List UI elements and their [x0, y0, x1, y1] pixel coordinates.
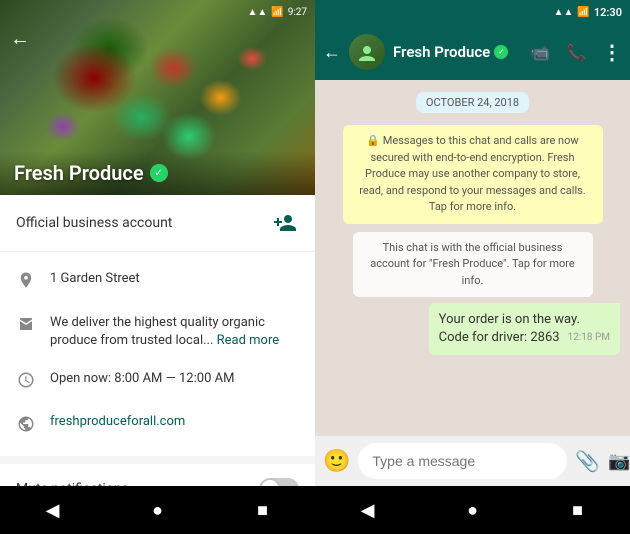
message-input-field[interactable] — [358, 443, 567, 479]
chat-name-row: Fresh Produce ✓ — [393, 43, 522, 61]
location-icon — [16, 271, 36, 294]
nav-back-button-left[interactable]: ◀ — [13, 500, 93, 521]
more-options-button[interactable]: ⋮ — [602, 40, 622, 64]
hours-text: Open now: 8:00 AM — 12:00 AM — [50, 370, 234, 388]
right-nav-bar: ◀ ● ■ — [315, 486, 630, 534]
chat-name: Fresh Produce — [393, 43, 490, 61]
video-call-button[interactable]: 📹 — [530, 43, 550, 62]
description-row: We deliver the highest quality organic p… — [0, 304, 315, 360]
address-row: 1 Garden Street — [0, 260, 315, 304]
description-text: We deliver the highest quality organic p… — [50, 314, 299, 350]
verified-badge-right: ✓ — [494, 45, 508, 59]
profile-name-row: Fresh Produce ✓ — [14, 161, 301, 185]
chat-actions: 📹 📞 ⋮ — [530, 40, 622, 64]
globe-icon — [16, 415, 36, 438]
system-message-2[interactable]: This chat is with the official business … — [353, 232, 593, 298]
system-message-1[interactable]: 🔒 Messages to this chat and calls are no… — [343, 125, 603, 224]
bubble-line2: Code for driver: 2863 — [439, 330, 560, 345]
clock-icon — [16, 371, 36, 394]
info-section: 1 Garden Street We deliver the highest q… — [0, 252, 315, 456]
left-panel: ▲▲ 📶 9:27 ← Fresh Produce ✓ Official bus… — [0, 0, 315, 534]
profile-name: Fresh Produce — [14, 161, 144, 185]
website-link[interactable]: freshproduceforall.com — [50, 414, 185, 429]
verified-badge-left: ✓ — [150, 164, 168, 182]
profile-cover-image: ▲▲ 📶 9:27 ← Fresh Produce ✓ — [0, 0, 315, 195]
message-input-area: 🙂 📎 📷 — [315, 436, 630, 486]
right-time: 12:30 — [594, 6, 622, 19]
read-more-link[interactable]: Read more — [217, 333, 280, 348]
official-account-label: Official business account — [16, 215, 172, 231]
right-panel: ▲▲ 📶 12:30 ← Fresh Produce ✓ 📹 📞 ⋮ — [315, 0, 630, 534]
nav-home-button-right[interactable]: ● — [433, 500, 513, 521]
address-text: 1 Garden Street — [50, 270, 140, 288]
attachment-button[interactable]: 📎 — [575, 449, 600, 473]
left-nav-bar: ◀ ● ■ — [0, 486, 315, 534]
add-contact-button[interactable] — [271, 209, 299, 237]
chat-avatar[interactable] — [349, 34, 385, 70]
hours-row: Open now: 8:00 AM — 12:00 AM — [0, 360, 315, 404]
camera-button[interactable]: 📷 — [608, 451, 630, 472]
date-chip: OCTOBER 24, 2018 — [416, 92, 529, 113]
chat-area: OCTOBER 24, 2018 🔒 Messages to this chat… — [315, 80, 630, 436]
chat-name-area: Fresh Produce ✓ — [393, 43, 522, 61]
store-icon — [16, 315, 36, 338]
official-account-row: Official business account — [0, 195, 315, 252]
mute-toggle[interactable] — [259, 478, 299, 486]
emoji-button[interactable]: 🙂 — [323, 449, 350, 474]
left-status-bar: ▲▲ 📶 9:27 — [0, 0, 315, 24]
chat-header: ← Fresh Produce ✓ 📹 📞 ⋮ — [315, 24, 630, 80]
divider — [0, 456, 315, 464]
nav-back-button-right[interactable]: ◀ — [328, 500, 408, 521]
nav-home-button-left[interactable]: ● — [118, 500, 198, 521]
bubble-timestamp: 12:18 PM — [568, 331, 610, 345]
voice-call-button[interactable]: 📞 — [566, 43, 586, 62]
chat-back-button[interactable]: ← — [323, 42, 341, 63]
left-content: Official business account 1 Garden Stree… — [0, 195, 315, 486]
nav-recent-button-right[interactable]: ■ — [538, 500, 618, 521]
left-time: 9:27 — [288, 7, 307, 18]
profile-name-overlay: Fresh Produce ✓ — [0, 151, 315, 195]
left-back-button[interactable]: ← — [10, 26, 30, 51]
outgoing-message-bubble: Your order is on the way. Code for drive… — [429, 303, 620, 355]
right-status-bar: ▲▲ 📶 12:30 — [315, 0, 630, 24]
bubble-line1: Your order is on the way. — [439, 312, 580, 327]
nav-recent-button-left[interactable]: ■ — [223, 500, 303, 521]
mute-notifications-row: Mute notifications — [0, 464, 315, 486]
website-row[interactable]: freshproduceforall.com — [0, 404, 315, 448]
